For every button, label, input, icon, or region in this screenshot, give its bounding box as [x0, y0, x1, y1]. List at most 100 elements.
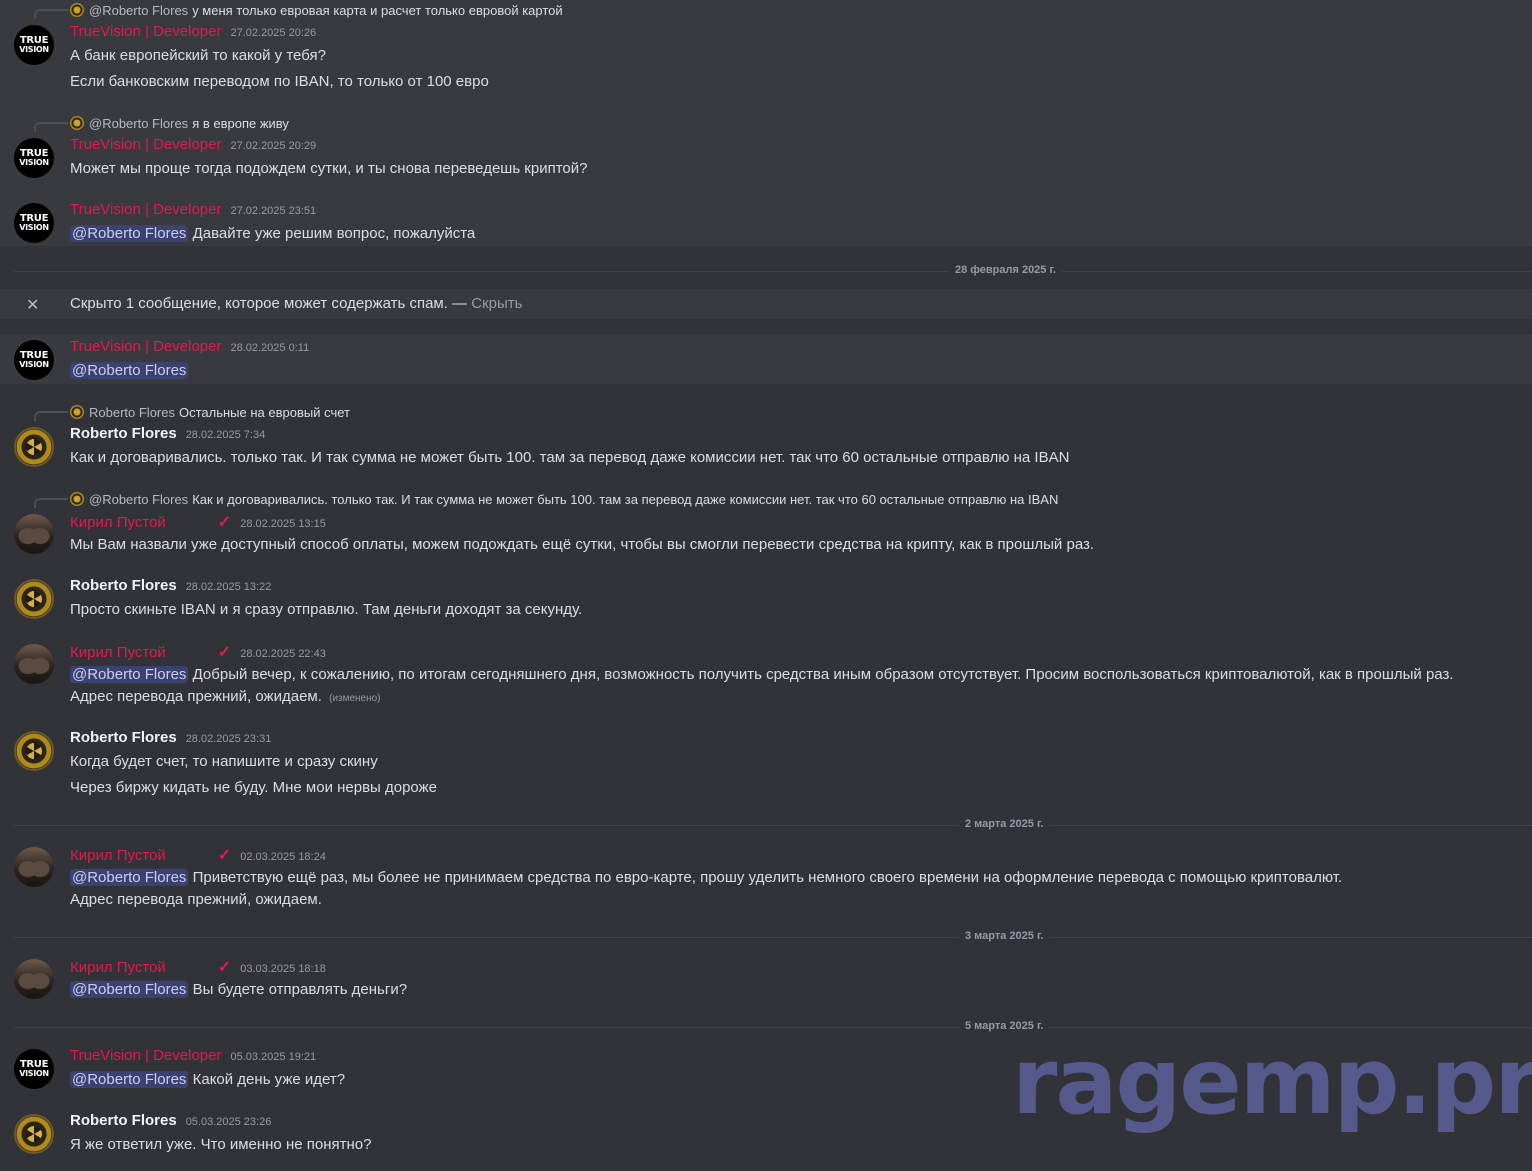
reply-avatar-icon: [70, 405, 84, 419]
author-name[interactable]: TrueVision | Developer: [70, 201, 221, 218]
avatar[interactable]: TRUE VISION: [14, 203, 54, 243]
timestamp: 28.02.2025 13:15: [240, 518, 326, 530]
reply-author[interactable]: Roberto Flores: [89, 405, 175, 420]
reply-avatar-icon: [70, 492, 84, 506]
timestamp: 03.03.2025 18:18: [240, 963, 326, 975]
user-mention[interactable]: @Roberto Flores: [70, 666, 189, 683]
author-name[interactable]: TrueVision | Developer: [70, 136, 221, 153]
message-text: Как и договаривались. только так. И так …: [70, 449, 1070, 466]
message-header: Roberto Flores 05.03.2025 23:26: [70, 1112, 271, 1134]
reply-preview[interactable]: @Roberto Flores у меня только евровая ка…: [70, 2, 563, 18]
avatar[interactable]: [14, 1114, 54, 1154]
date-divider: [14, 937, 1532, 938]
checkmark-icon: ✓: [217, 644, 232, 661]
author-name[interactable]: TrueVision | Developer: [70, 1047, 221, 1064]
reply-spine: [34, 9, 68, 19]
author-name[interactable]: Кирил Пустой: [70, 959, 166, 976]
message-body: Адрес перевода прежний, ожидаем.: [70, 688, 322, 705]
avatar[interactable]: [14, 644, 54, 684]
timestamp: 28.02.2025 22:43: [240, 648, 326, 660]
edited-label: (изменено): [329, 693, 381, 704]
avatar[interactable]: TRUE VISION: [14, 138, 54, 178]
reply-spine: [34, 498, 68, 508]
author-name[interactable]: Roberto Flores: [70, 577, 177, 594]
message-body: Добрый вечер, к сожалению, по итогам сег…: [192, 666, 1454, 683]
reply-text: Остальные на евровый счет: [178, 404, 350, 420]
timestamp: 28.02.2025 13:22: [185, 581, 272, 593]
spam-notice-text: Скрыто 1 сообщение, которое может содерж…: [70, 295, 468, 312]
hidden-spam-notice: ✕ Скрыто 1 сообщение, которое может соде…: [0, 289, 1532, 319]
author-name[interactable]: Roberto Flores: [70, 1112, 177, 1129]
reply-author[interactable]: @Roberto Flores: [89, 3, 188, 18]
timestamp: 02.03.2025 18:24: [240, 851, 326, 863]
message-text: @Roberto Flores Добрый вечер, к сожалени…: [70, 665, 1454, 685]
user-mention[interactable]: @Roberto Flores: [70, 869, 189, 886]
reply-preview[interactable]: Roberto Flores Остальные на евровый счет: [70, 404, 350, 420]
author-name[interactable]: Roberto Flores: [70, 729, 177, 746]
message-text: @Roberto Flores: [70, 361, 189, 381]
timestamp: 28.02.2025 7:34: [185, 429, 266, 441]
timestamp: 28.02.2025 23:31: [185, 733, 272, 745]
hide-link[interactable]: Скрыть: [471, 295, 522, 312]
avatar[interactable]: [14, 959, 54, 999]
message-body: Вы будете отправлять деньги?: [192, 981, 408, 998]
reply-preview[interactable]: @Roberto Flores Как и договаривались. то…: [70, 491, 1058, 507]
timestamp: 27.02.2025 20:29: [230, 140, 317, 152]
avatar[interactable]: TRUE VISION: [14, 25, 54, 65]
message-text: А банк европейский то какой у тебя?: [70, 47, 326, 64]
avatar[interactable]: TRUE VISION: [14, 1049, 54, 1089]
author-name[interactable]: Roberto Flores: [70, 425, 177, 442]
date-divider-label: 3 марта 2025 г.: [959, 930, 1050, 942]
message-text: Адрес перевода прежний, ожидаем. (измене…: [70, 687, 381, 709]
checkmark-icon: ✓: [217, 847, 232, 864]
message-header: Roberto Flores 28.02.2025 23:31: [70, 729, 271, 751]
avatar[interactable]: [14, 847, 54, 887]
reply-author[interactable]: @Roberto Flores: [89, 116, 188, 131]
user-mention[interactable]: @Roberto Flores: [70, 1071, 189, 1088]
message-text: @Roberto Flores Приветствую ещё раз, мы …: [70, 868, 1342, 888]
author-name[interactable]: Кирил Пустой: [70, 514, 166, 531]
reply-author[interactable]: @Roberto Flores: [89, 492, 188, 507]
message-header: Кирил Пустой ✓ 03.03.2025 18:18: [70, 957, 326, 979]
date-divider: [14, 825, 1532, 826]
timestamp: 05.03.2025 23:26: [185, 1116, 272, 1128]
message-text: @Roberto Flores Вы будете отправлять ден…: [70, 980, 407, 1000]
reply-spine: [34, 411, 68, 421]
message-text: Может мы проще тогда подождем сутки, и т…: [70, 160, 588, 177]
message-header: TrueVision | Developer 28.02.2025 0:11: [70, 338, 309, 360]
author-name[interactable]: TrueVision | Developer: [70, 23, 221, 40]
checkmark-icon: ✓: [217, 514, 232, 531]
avatar[interactable]: [14, 731, 54, 771]
avatar[interactable]: [14, 579, 54, 619]
message-body: Приветствую ещё раз, мы более не принима…: [192, 869, 1343, 886]
reply-avatar-icon: [70, 3, 84, 17]
author-name[interactable]: TrueVision | Developer: [70, 338, 221, 355]
message-text: Просто скиньте IBAN и я сразу отправлю. …: [70, 601, 583, 618]
message-header: TrueVision | Developer 27.02.2025 23:51: [70, 201, 316, 223]
reply-text: Как и договаривались. только так. И так …: [192, 491, 1059, 507]
message-body: Какой день уже идет?: [192, 1071, 346, 1088]
message-header: Кирил Пустой ✓ 28.02.2025 22:43: [70, 642, 326, 664]
avatar[interactable]: [14, 427, 54, 467]
user-mention[interactable]: @Roberto Flores: [70, 981, 189, 998]
close-icon[interactable]: ✕: [26, 295, 39, 315]
message-text: @Roberto Flores Какой день уже идет?: [70, 1070, 345, 1090]
date-divider: [14, 271, 1532, 272]
message-header: Roberto Flores 28.02.2025 7:34: [70, 425, 265, 447]
avatar[interactable]: [14, 514, 54, 554]
author-name[interactable]: Кирил Пустой: [70, 644, 166, 661]
date-divider-label: 2 марта 2025 г.: [959, 818, 1050, 830]
author-name[interactable]: Кирил Пустой: [70, 847, 166, 864]
checkmark-icon: ✓: [217, 959, 232, 976]
avatar[interactable]: TRUE VISION: [14, 340, 54, 380]
message-text: Если банковским переводом по IBAN, то то…: [70, 73, 489, 90]
watermark: ragemp.pro: [1012, 1028, 1532, 1135]
message-header: TrueVision | Developer 27.02.2025 20:29: [70, 136, 316, 158]
message-header: Roberto Flores 28.02.2025 13:22: [70, 577, 271, 599]
message-text: Адрес перевода прежний, ожидаем.: [70, 891, 322, 908]
message-text: Через биржу кидать не буду. Мне мои нерв…: [70, 779, 437, 796]
user-mention[interactable]: @Roberto Flores: [70, 362, 189, 379]
reply-preview[interactable]: @Roberto Flores я в европе живу: [70, 115, 289, 131]
message-header: Кирил Пустой ✓ 02.03.2025 18:24: [70, 845, 326, 867]
user-mention[interactable]: @Roberto Flores: [70, 225, 189, 242]
